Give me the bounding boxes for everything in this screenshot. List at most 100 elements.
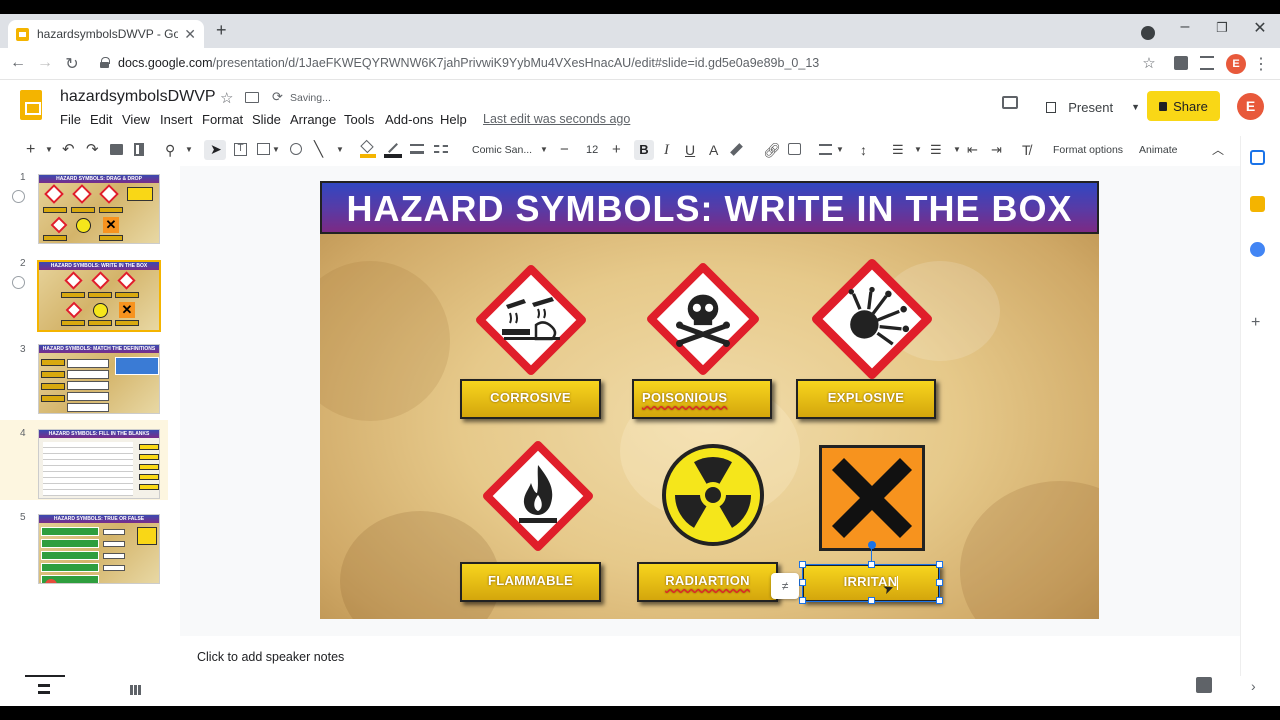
bookmark-star-icon[interactable]: ☆ xyxy=(1138,54,1160,72)
zoom-dropdown-icon[interactable]: ▼ xyxy=(185,140,193,160)
bulleted-list-icon[interactable]: ☰ xyxy=(930,140,942,160)
slide-thumbnail-5[interactable]: HAZARD SYMBOLS: TRUE OR FALSE xyxy=(38,514,160,584)
menu-arrange[interactable]: Arrange xyxy=(290,112,336,127)
shape-icon[interactable] xyxy=(290,143,302,155)
zoom-icon[interactable]: ⚲ xyxy=(165,140,175,160)
present-button[interactable]: Present ▼ xyxy=(1040,94,1140,120)
poison-skull-symbol-icon[interactable] xyxy=(647,263,759,375)
calendar-icon[interactable] xyxy=(1250,150,1265,165)
slide-canvas[interactable]: HAZARD SYMBOLS: WRITE IN THE BOX CORROSI… xyxy=(320,181,1099,619)
italic-button[interactable]: I xyxy=(664,140,669,160)
underline-button[interactable]: U xyxy=(685,140,695,160)
menu-file[interactable]: File xyxy=(60,112,81,127)
menu-help[interactable]: Help xyxy=(440,112,467,127)
menu-view[interactable]: View xyxy=(122,112,150,127)
corrosive-label-box[interactable]: CORROSIVE xyxy=(460,379,601,419)
resize-handle[interactable] xyxy=(799,579,806,586)
document-title[interactable]: hazardsymbolsDWVP xyxy=(60,88,216,106)
decrease-indent-icon[interactable]: ⇤ xyxy=(967,140,978,160)
line-icon[interactable]: ╲ xyxy=(314,140,323,160)
align-dropdown-icon[interactable]: ▼ xyxy=(836,140,844,160)
select-tool-button[interactable]: ➤ xyxy=(204,140,226,160)
speaker-notes-placeholder[interactable]: Click to add speaker notes xyxy=(197,650,344,664)
new-tab-button[interactable]: + xyxy=(216,20,227,41)
last-edit-link[interactable]: Last edit was seconds ago xyxy=(483,112,630,126)
flammable-label-box[interactable]: FLAMMABLE xyxy=(460,562,601,602)
account-avatar[interactable]: E xyxy=(1237,93,1264,120)
link-icon[interactable]: 🔗︎ xyxy=(763,140,781,160)
bulleted-list-dropdown-icon[interactable]: ▼ xyxy=(953,140,961,160)
star-icon[interactable]: ☆ xyxy=(220,89,233,107)
add-ons-plus-icon[interactable]: + xyxy=(1251,314,1260,332)
expand-side-panel-icon[interactable]: › xyxy=(1251,678,1256,694)
browser-menu-icon[interactable]: ⋮ xyxy=(1250,54,1272,74)
rotation-handle[interactable] xyxy=(868,541,876,549)
image-icon[interactable] xyxy=(257,143,270,155)
profile-dropdown-icon[interactable] xyxy=(1141,26,1155,40)
text-color-icon[interactable]: A xyxy=(709,140,718,160)
explosive-label-box[interactable]: EXPLOSIVE xyxy=(796,379,936,419)
back-icon[interactable]: ← xyxy=(7,54,29,72)
keep-icon[interactable] xyxy=(1250,196,1265,212)
new-slide-dropdown-icon[interactable]: ▼ xyxy=(45,140,53,160)
corrosive-symbol-icon[interactable] xyxy=(476,265,586,375)
resize-handle[interactable] xyxy=(936,597,943,604)
reload-icon[interactable]: ↻ xyxy=(61,54,83,74)
border-dash-icon[interactable] xyxy=(434,145,448,153)
increase-indent-icon[interactable]: ⇥ xyxy=(991,140,1002,160)
minimize-icon[interactable]: – xyxy=(1170,18,1200,36)
increase-font-icon[interactable]: + xyxy=(612,140,621,160)
resize-handle[interactable] xyxy=(799,561,806,568)
align-left-icon[interactable] xyxy=(819,144,832,155)
undo-icon[interactable]: ↶ xyxy=(62,140,75,160)
menu-format[interactable]: Format xyxy=(202,112,243,127)
close-tab-icon[interactable]: ✕ xyxy=(184,26,196,43)
redo-icon[interactable]: ↷ xyxy=(86,140,99,160)
numbered-list-icon[interactable]: ☰ xyxy=(892,140,904,160)
decrease-font-icon[interactable]: − xyxy=(560,140,569,160)
border-weight-icon[interactable] xyxy=(410,144,424,154)
numbered-list-dropdown-icon[interactable]: ▼ xyxy=(914,140,922,160)
animate-button[interactable]: Animate xyxy=(1139,140,1178,160)
close-window-icon[interactable]: ✕ xyxy=(1245,18,1275,38)
media-control-icon[interactable] xyxy=(1200,56,1214,70)
font-family-select[interactable]: Comic San... xyxy=(472,140,532,160)
slide-thumbnail-4[interactable]: HAZARD SYMBOLS: FILL IN THE BLANKS xyxy=(38,429,160,499)
menu-addons[interactable]: Add-ons xyxy=(385,112,433,127)
url-text[interactable]: docs.google.com/presentation/d/1JaeFKWEQ… xyxy=(118,56,819,70)
format-options-button[interactable]: Format options xyxy=(1053,140,1123,160)
spelling-suggestion-icon[interactable]: ≠ xyxy=(771,573,799,599)
text-box-icon[interactable]: T xyxy=(234,143,247,156)
browser-tab[interactable]: hazardsymbolsDWVP - Google ... ✕ xyxy=(8,20,204,48)
poisonious-label-box[interactable]: POISONIOUS xyxy=(632,379,772,419)
menu-slide[interactable]: Slide xyxy=(252,112,281,127)
move-folder-icon[interactable] xyxy=(245,92,259,103)
resize-handle[interactable] xyxy=(936,561,943,568)
resize-handle[interactable] xyxy=(799,597,806,604)
radiation-symbol-icon[interactable] xyxy=(661,443,765,547)
explosive-symbol-icon[interactable] xyxy=(812,259,932,379)
menu-edit[interactable]: Edit xyxy=(90,112,112,127)
resize-handle[interactable] xyxy=(868,597,875,604)
radiartion-label-box[interactable]: RADIARTION xyxy=(637,562,778,602)
resize-handle[interactable] xyxy=(868,561,875,568)
bold-button[interactable]: B xyxy=(634,140,654,160)
font-dropdown-icon[interactable]: ▼ xyxy=(540,140,548,160)
google-slides-logo[interactable] xyxy=(20,90,42,120)
explore-icon[interactable] xyxy=(1196,677,1212,693)
collapse-toolbar-icon[interactable]: ︿ xyxy=(1212,140,1224,160)
maximize-icon[interactable]: ❐ xyxy=(1207,20,1237,36)
slide-thumbnail-2[interactable]: HAZARD SYMBOLS: WRITE IN THE BOX ✕ xyxy=(37,260,161,332)
menu-tools[interactable]: Tools xyxy=(344,112,374,127)
filmstrip-view-icon[interactable] xyxy=(38,684,50,694)
print-icon[interactable] xyxy=(110,144,123,155)
border-color-icon[interactable] xyxy=(384,142,402,158)
irritant-symbol-icon[interactable] xyxy=(819,445,925,551)
line-spacing-icon[interactable]: ↕ xyxy=(860,140,867,160)
add-comment-icon[interactable] xyxy=(788,143,801,155)
menu-insert[interactable]: Insert xyxy=(160,112,193,127)
grid-view-icon[interactable] xyxy=(130,685,141,695)
extensions-icon[interactable] xyxy=(1174,56,1188,70)
slide-thumbnail-1[interactable]: HAZARD SYMBOLS: DRAG & DROP ✕ xyxy=(38,174,160,244)
line-dropdown-icon[interactable]: ▼ xyxy=(336,140,344,160)
